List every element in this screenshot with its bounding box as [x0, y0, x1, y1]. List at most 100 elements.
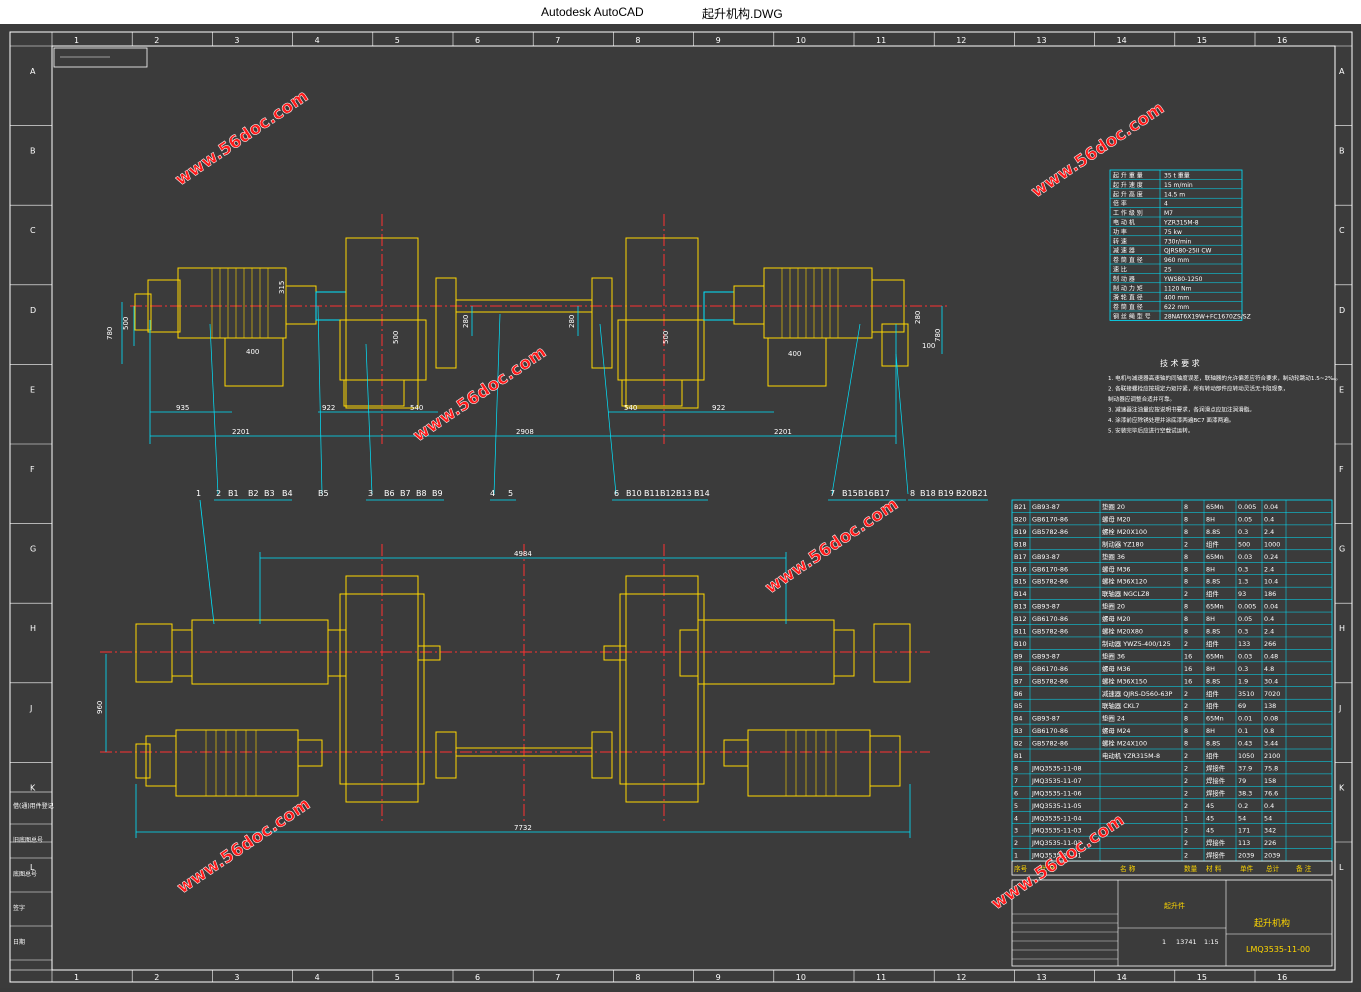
bom-cell: 2 [1184, 802, 1188, 810]
bom-cell: 8 [1184, 565, 1188, 573]
spec-value: 4 [1164, 201, 1168, 208]
dimension-text: 280 [568, 315, 576, 328]
bom-cell: 133 [1238, 640, 1250, 648]
bom-cell: 0.04 [1264, 503, 1278, 511]
dimension-text: 2908 [516, 428, 534, 436]
column-number: 13 [1036, 36, 1046, 45]
row-letter: D [30, 306, 36, 315]
bom-cell: 1.9 [1238, 677, 1248, 685]
bom-cell: 93 [1238, 590, 1246, 598]
bom-cell: B13 [1014, 603, 1027, 611]
bom-cell: 8 [1184, 727, 1188, 735]
bom-cell: 7020 [1264, 690, 1280, 698]
bom-cell: 0.48 [1264, 652, 1278, 660]
bom-cell: GB93-87 [1032, 553, 1060, 561]
dimension-text: 7732 [514, 824, 532, 832]
dimension-text: 922 [322, 404, 335, 412]
bom-cell: 0.05 [1238, 615, 1252, 623]
bom-cell: 螺栓 M36X120 [1102, 577, 1147, 586]
column-number: 16 [1277, 973, 1287, 982]
spec-value: 75 kw [1164, 229, 1182, 236]
title-sub: 起升件 [1164, 901, 1185, 910]
spec-label: 卷 筒 直 径 [1113, 303, 1143, 311]
bom-cell: B14 [1014, 590, 1027, 598]
bom-cell: 2 [1184, 702, 1188, 710]
part-callout: 4 [490, 489, 495, 498]
bom-cell: 158 [1264, 777, 1276, 785]
spec-label: 速 比 [1113, 266, 1127, 274]
bom-cell: 2 [1184, 764, 1188, 772]
dimension-text: 935 [176, 404, 189, 412]
bom-cell: 垫圈 20 [1102, 602, 1125, 611]
bom-cell: 螺栓 M20X80 [1102, 627, 1143, 636]
bom-cell: GB93-87 [1032, 715, 1060, 723]
bom-cell: 8.8S [1206, 528, 1220, 536]
bom-cell: 2 [1184, 752, 1188, 760]
spec-label: 制 动 器 [1113, 275, 1135, 283]
bom-cell: 54 [1238, 814, 1246, 822]
left-label: 旧底图总号 [13, 836, 43, 844]
spec-label: 转 速 [1113, 237, 1127, 245]
part-callout: B21 [972, 489, 988, 498]
spec-value: 28NAT6X19W+FC1670ZS/SZ [1164, 314, 1251, 321]
bom-cell: 焊接件 [1206, 788, 1226, 797]
row-letter: G [30, 545, 36, 554]
bom-cell: 0.3 [1238, 565, 1248, 573]
column-number: 3 [234, 36, 239, 45]
row-letter: L [1339, 863, 1344, 872]
bom-cell: 79 [1238, 777, 1246, 785]
column-number: 8 [635, 973, 640, 982]
dimension-text: 780 [106, 327, 114, 340]
bom-cell: 组件 [1206, 639, 1219, 648]
spec-label: 起 升 重 量 [1113, 172, 1143, 180]
bom-cell: 螺栓 M24X100 [1102, 739, 1147, 748]
bom-cell: 0.3 [1238, 528, 1248, 536]
bom-cell: 0.08 [1264, 715, 1278, 723]
bom-cell: B12 [1014, 615, 1027, 623]
spec-label: 制 动 力 矩 [1113, 284, 1143, 292]
bom-cell: 8.8S [1206, 740, 1220, 748]
part-callout: B6 [384, 489, 395, 498]
tech-note-line: 5. 安装完毕后应进行空载试运转。 [1108, 427, 1193, 435]
bom-cell: GB6170-86 [1032, 615, 1068, 623]
bom-cell: 45 [1206, 827, 1214, 835]
bom-cell: 螺母 M36 [1102, 664, 1130, 673]
bom-cell: 垫圈 36 [1102, 552, 1125, 561]
bom-cell: 1 [1184, 814, 1188, 822]
part-callout: B12 [660, 489, 676, 498]
bom-cell: 螺母 M24 [1102, 726, 1130, 735]
dimension-text: 4984 [514, 550, 532, 558]
bom-cell: 0.1 [1238, 727, 1248, 735]
bom-cell: B18 [1014, 540, 1027, 548]
bom-cell: B15 [1014, 578, 1027, 586]
bom-cell: GB93-87 [1032, 503, 1060, 511]
bom-cell: 8 [1014, 764, 1018, 772]
bom-cell: 2 [1184, 839, 1188, 847]
bom-cell: 2 [1184, 789, 1188, 797]
bom-cell: 焊接件 [1206, 763, 1226, 772]
left-label: 签字 [13, 904, 25, 912]
row-letter: K [1339, 783, 1345, 792]
drawing-number: LMQ3535-11-00 [1246, 945, 1310, 954]
part-callout: B5 [318, 489, 329, 498]
technical-requirements: 技 术 要 求 1. 电机与减速器高速轴的同轴度误差，联轴器的允许偏差应符合要求，… [1108, 358, 1341, 435]
part-callout: B1 [228, 489, 239, 498]
bom-header: 名 称 [1120, 864, 1136, 873]
sheet-border [9, 31, 1353, 983]
spec-value: 730r/min [1164, 238, 1191, 245]
bom-cell: 组件 [1206, 751, 1219, 760]
row-letter: J [1338, 704, 1341, 713]
bom-header: 材 料 [1206, 864, 1222, 873]
spec-value: 400 mm [1164, 295, 1189, 302]
dimension-text: 960 [96, 701, 104, 714]
bom-cell: 螺栓 M20X100 [1102, 527, 1147, 536]
column-number: 14 [1117, 973, 1127, 982]
spec-value: 35 t 重量 [1164, 172, 1190, 180]
bom-cell: JMQ3535-11-08 [1031, 764, 1082, 772]
watermark-text: www.56doc.com [762, 494, 903, 598]
bom-cell: 0.4 [1264, 802, 1274, 810]
spec-label: 功 率 [1113, 228, 1127, 236]
left-label: 日期 [13, 938, 25, 946]
drawing-canvas[interactable]: 1 1 2 2 3 3 4 4 5 5 6 6 7 7 8 8 9 9 10 10 11 11 12 12 13 13 14 14 15… [0, 24, 1361, 988]
part-callout: B11 [644, 489, 660, 498]
